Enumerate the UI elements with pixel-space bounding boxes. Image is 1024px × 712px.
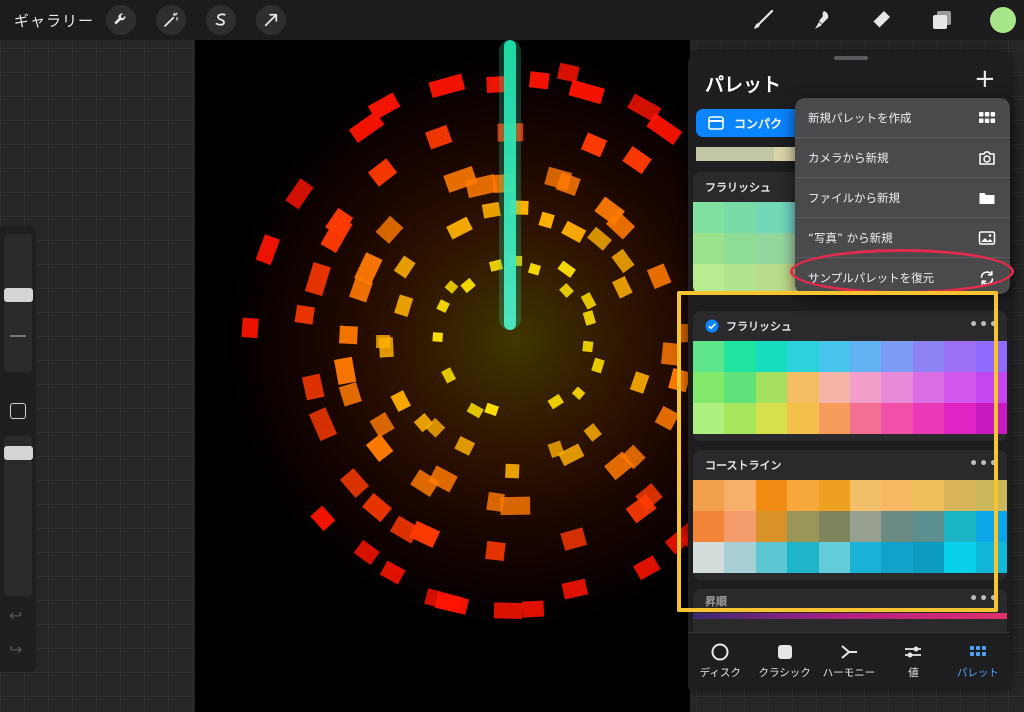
tab-classic[interactable]: クラシック xyxy=(752,633,816,689)
undo-icon[interactable]: ↩ xyxy=(9,606,22,625)
square-icon[interactable] xyxy=(10,403,26,419)
menu-item-from-file[interactable]: ファイルから新規 xyxy=(795,178,1010,218)
tab-disc[interactable]: ディスク xyxy=(688,633,752,689)
highlight-ellipse xyxy=(790,249,1014,294)
art-dash xyxy=(338,325,358,345)
tab-label: ハーモニー xyxy=(822,667,876,679)
color-swatch[interactable] xyxy=(693,202,725,233)
smudge-icon[interactable] xyxy=(808,6,836,34)
brush-icon[interactable] xyxy=(749,6,777,34)
art-dash xyxy=(241,317,259,339)
disc-icon xyxy=(711,643,729,661)
color-swatch[interactable] xyxy=(724,202,756,233)
folder-icon xyxy=(979,193,995,204)
color-swatch[interactable] xyxy=(724,233,756,264)
panel-grabber[interactable] xyxy=(834,56,868,60)
opacity-slider[interactable] xyxy=(4,436,32,596)
color-swatch[interactable] xyxy=(755,264,788,294)
art-dash xyxy=(432,332,443,342)
harmony-icon xyxy=(841,645,858,659)
photo-icon xyxy=(978,231,996,245)
tab-label: ディスク xyxy=(699,667,741,679)
plus-icon[interactable]: + xyxy=(974,66,996,92)
magic-wand-icon[interactable] xyxy=(156,5,186,35)
palette-swatch-strip[interactable] xyxy=(693,613,1007,619)
eraser-icon[interactable] xyxy=(867,6,895,34)
color-swatch[interactable] xyxy=(724,264,756,294)
art-dash xyxy=(485,541,506,562)
menu-item-from-camera[interactable]: カメラから新規 xyxy=(795,138,1010,178)
art-dash xyxy=(582,340,594,353)
tab-value[interactable]: 値 xyxy=(881,633,945,689)
compact-view-button[interactable]: コンパク xyxy=(696,109,806,137)
gallery-button[interactable]: ギャラリー xyxy=(14,10,94,31)
compact-button-label: コンパク xyxy=(734,116,783,131)
art-dash xyxy=(481,201,501,219)
color-swatch[interactable] xyxy=(696,147,774,161)
art-dash xyxy=(521,600,545,618)
art-dash xyxy=(493,602,523,620)
brush-size-slider[interactable] xyxy=(4,234,32,372)
tab-label: 値 xyxy=(908,667,919,679)
selection-icon[interactable] xyxy=(206,5,236,35)
opacity-thumb[interactable] xyxy=(4,446,33,460)
current-color-swatch[interactable] xyxy=(990,7,1016,33)
art-dash xyxy=(500,496,531,516)
menu-item-label: ファイルから新規 xyxy=(808,190,900,205)
tab-label: クラシック xyxy=(758,667,811,679)
brush-size-thumb[interactable] xyxy=(4,288,33,302)
redo-icon[interactable]: ↪ xyxy=(9,640,22,659)
art-dash xyxy=(505,463,520,479)
menu-item-label: “写真” から新規 xyxy=(808,230,893,245)
sliders-icon xyxy=(905,646,922,658)
menu-item-label: 新規パレットを作成 xyxy=(808,110,912,125)
art-dash xyxy=(376,334,391,349)
transform-arrow-icon[interactable] xyxy=(256,5,286,35)
left-sidebar: ↩ ↪ xyxy=(0,226,36,672)
layers-icon[interactable] xyxy=(928,6,956,34)
card-icon xyxy=(708,116,724,130)
camera-icon xyxy=(979,151,995,165)
grid-icon xyxy=(979,112,996,123)
teal-beam-glow xyxy=(499,40,521,330)
tab-harmony[interactable]: ハーモニー xyxy=(817,633,881,689)
color-swatch[interactable] xyxy=(755,202,788,233)
panel-title: パレット xyxy=(705,74,782,96)
menu-item-new-palette[interactable]: 新規パレットを作成 xyxy=(795,98,1010,138)
highlight-box xyxy=(677,291,998,612)
drawing-canvas[interactable] xyxy=(195,40,690,712)
color-swatch[interactable] xyxy=(693,233,725,264)
wrench-icon[interactable] xyxy=(106,5,136,35)
art-dash xyxy=(528,71,550,90)
palette-grid-icon xyxy=(969,646,986,656)
color-swatch[interactable] xyxy=(693,264,725,294)
art-dash xyxy=(294,304,315,325)
slider-divider xyxy=(10,335,26,337)
radial-artwork xyxy=(225,40,690,630)
tab-palette[interactable]: パレット xyxy=(946,633,1010,689)
color-swatch[interactable] xyxy=(755,233,788,264)
menu-item-label: カメラから新規 xyxy=(808,150,889,165)
top-toolbar: ギャラリー xyxy=(0,0,1024,40)
tab-label: パレット xyxy=(956,667,999,679)
classic-square-icon xyxy=(777,645,792,659)
art-dash xyxy=(486,491,505,513)
color-mode-tabs: ディスク クラシック ハーモニー 値 パレット xyxy=(688,632,1010,689)
